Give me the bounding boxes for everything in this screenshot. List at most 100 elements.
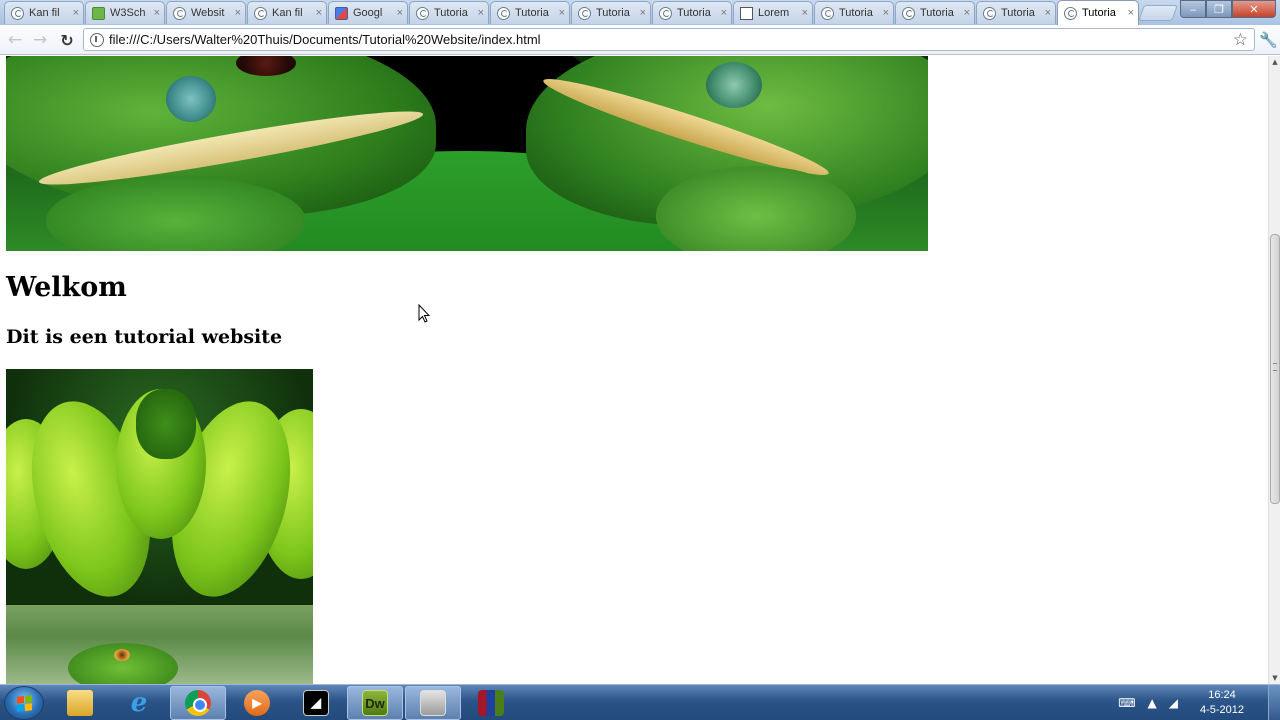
tab-label: Kan fil bbox=[29, 7, 60, 19]
tab-12[interactable]: Tutoria × bbox=[895, 1, 975, 24]
taskbar-dreamweaver[interactable]: Dw bbox=[347, 686, 403, 720]
wireshark-icon: ◢ bbox=[303, 690, 329, 716]
tab-strip: Kan fil × W3Sch × Websit × Kan fil × Goo… bbox=[0, 0, 1280, 25]
tray-expand-arrow-icon[interactable]: ▲ bbox=[1148, 696, 1157, 710]
green-tree-python-image bbox=[6, 369, 313, 605]
tab-8[interactable]: Tutoria × bbox=[571, 1, 651, 24]
show-desktop-button[interactable] bbox=[1268, 685, 1280, 720]
tab-close-icon[interactable]: × bbox=[478, 7, 484, 19]
window-icon bbox=[420, 690, 446, 716]
scroll-down-arrow-icon[interactable]: ▼ bbox=[1269, 672, 1280, 684]
clock[interactable]: 16:24 4-5-2012 bbox=[1190, 688, 1254, 718]
start-button[interactable] bbox=[4, 686, 44, 720]
browser-toolbar: ← → ↻ file:///C:/Users/Walter%20Thuis/Do… bbox=[0, 25, 1280, 55]
tab-label: Tutoria bbox=[1082, 7, 1116, 19]
address-url[interactable]: file:///C:/Users/Walter%20Thuis/Document… bbox=[109, 32, 541, 47]
window-controls: ‒ ❐ ✕ bbox=[1180, 0, 1276, 18]
tab-close-icon[interactable]: × bbox=[721, 7, 727, 19]
tab-label: Tutoria bbox=[920, 7, 954, 19]
tab-label: Googl bbox=[353, 7, 383, 19]
tab-10[interactable]: Lorem × bbox=[733, 1, 813, 24]
w3schools-icon bbox=[92, 6, 105, 20]
tab-close-icon[interactable]: × bbox=[883, 7, 889, 19]
page-info-icon[interactable] bbox=[90, 32, 104, 47]
winrar-icon bbox=[478, 690, 504, 716]
page-viewport: Welkom Dit is een tutorial website bbox=[0, 56, 1268, 684]
page-icon bbox=[11, 6, 24, 20]
taskbar-chrome[interactable] bbox=[170, 686, 226, 720]
wrench-menu-icon[interactable]: 🔧 bbox=[1259, 31, 1278, 49]
internet-explorer-icon: e bbox=[130, 688, 148, 718]
chrome-icon bbox=[185, 690, 211, 716]
vertical-scrollbar[interactable]: ▲ ▼ bbox=[1268, 56, 1280, 684]
page-icon bbox=[578, 6, 591, 20]
taskbar: e ▶ ◢ Dw ⌨ ▲ ◢ 16:24 4-5-2012 bbox=[0, 684, 1280, 720]
tab-close-icon[interactable]: × bbox=[1045, 7, 1051, 19]
scroll-up-arrow-icon[interactable]: ▲ bbox=[1269, 56, 1280, 68]
network-icon[interactable]: ◢ bbox=[1169, 696, 1178, 710]
page-icon bbox=[416, 6, 429, 20]
taskbar-internet-explorer[interactable]: e bbox=[111, 686, 167, 720]
tab-close-icon[interactable]: × bbox=[964, 7, 970, 19]
back-arrow-icon: ← bbox=[7, 30, 23, 50]
taskbar-window[interactable] bbox=[405, 686, 461, 720]
tab-close-icon[interactable]: × bbox=[1128, 7, 1134, 19]
page-icon bbox=[497, 6, 510, 20]
minimize-button[interactable]: ‒ bbox=[1180, 0, 1206, 18]
bookmark-star-icon[interactable]: ☆ bbox=[1233, 30, 1248, 50]
dreamweaver-icon: Dw bbox=[362, 690, 388, 716]
tab-label: Tutoria bbox=[839, 7, 873, 19]
maximize-button[interactable]: ❐ bbox=[1206, 0, 1232, 18]
address-bar[interactable]: file:///C:/Users/Walter%20Thuis/Document… bbox=[83, 28, 1255, 51]
tab-6[interactable]: Tutoria × bbox=[409, 1, 489, 24]
forward-button[interactable]: → bbox=[30, 30, 50, 50]
taskbar-media-player[interactable]: ▶ bbox=[229, 686, 285, 720]
tab-label: Tutoria bbox=[515, 7, 549, 19]
tab-close-icon[interactable]: × bbox=[559, 7, 565, 19]
taskbar-winrar[interactable] bbox=[463, 686, 519, 720]
tab-9[interactable]: Tutoria × bbox=[652, 1, 732, 24]
tab-11[interactable]: Tutoria × bbox=[814, 1, 894, 24]
page-icon bbox=[173, 6, 186, 20]
tab-close-icon[interactable]: × bbox=[640, 7, 646, 19]
page-icon bbox=[902, 6, 915, 20]
clock-date: 4-5-2012 bbox=[1199, 704, 1245, 716]
tab-close-icon[interactable]: × bbox=[802, 7, 808, 19]
tab-label: W3Sch bbox=[110, 7, 146, 19]
page-heading: Welkom bbox=[6, 272, 127, 303]
tab-label: Tutoria bbox=[434, 7, 468, 19]
page-icon bbox=[983, 6, 996, 20]
tab-1[interactable]: Kan fil × bbox=[4, 1, 84, 24]
page-subheading: Dit is een tutorial website bbox=[6, 326, 283, 348]
system-tray: ⌨ ▲ ◢ 16:24 4-5-2012 bbox=[1118, 685, 1280, 720]
tab-label: Tutoria bbox=[596, 7, 630, 19]
back-button[interactable]: ← bbox=[5, 30, 25, 50]
tab-5[interactable]: Googl × bbox=[328, 1, 408, 24]
lorem-icon bbox=[740, 6, 753, 20]
tab-close-icon[interactable]: × bbox=[154, 7, 160, 19]
tab-7[interactable]: Tutoria × bbox=[490, 1, 570, 24]
tab-close-icon[interactable]: × bbox=[397, 7, 403, 19]
page-icon bbox=[254, 6, 267, 20]
close-button[interactable]: ✕ bbox=[1232, 0, 1276, 18]
tab-13[interactable]: Tutoria × bbox=[976, 1, 1056, 24]
tab-3[interactable]: Websit × bbox=[166, 1, 246, 24]
tab-close-icon[interactable]: × bbox=[73, 7, 79, 19]
page-icon bbox=[821, 6, 834, 20]
tab-close-icon[interactable]: × bbox=[316, 7, 322, 19]
folder-icon bbox=[67, 690, 93, 716]
taskbar-wireshark[interactable]: ◢ bbox=[288, 686, 344, 720]
green-lizard-image bbox=[6, 605, 313, 684]
tab-2[interactable]: W3Sch × bbox=[85, 1, 165, 24]
tab-label: Kan fil bbox=[272, 7, 303, 19]
tab-close-icon[interactable]: × bbox=[235, 7, 241, 19]
taskbar-explorer[interactable] bbox=[52, 686, 108, 720]
forward-arrow-icon: → bbox=[32, 30, 48, 50]
scrollbar-thumb[interactable] bbox=[1270, 234, 1280, 504]
new-tab-button[interactable] bbox=[1138, 5, 1178, 21]
keyboard-icon[interactable]: ⌨ bbox=[1118, 696, 1135, 710]
tab-4[interactable]: Kan fil × bbox=[247, 1, 327, 24]
reload-button[interactable]: ↻ bbox=[57, 30, 77, 50]
tab-14-active[interactable]: Tutoria × bbox=[1057, 0, 1139, 25]
tab-label: Tutoria bbox=[677, 7, 711, 19]
